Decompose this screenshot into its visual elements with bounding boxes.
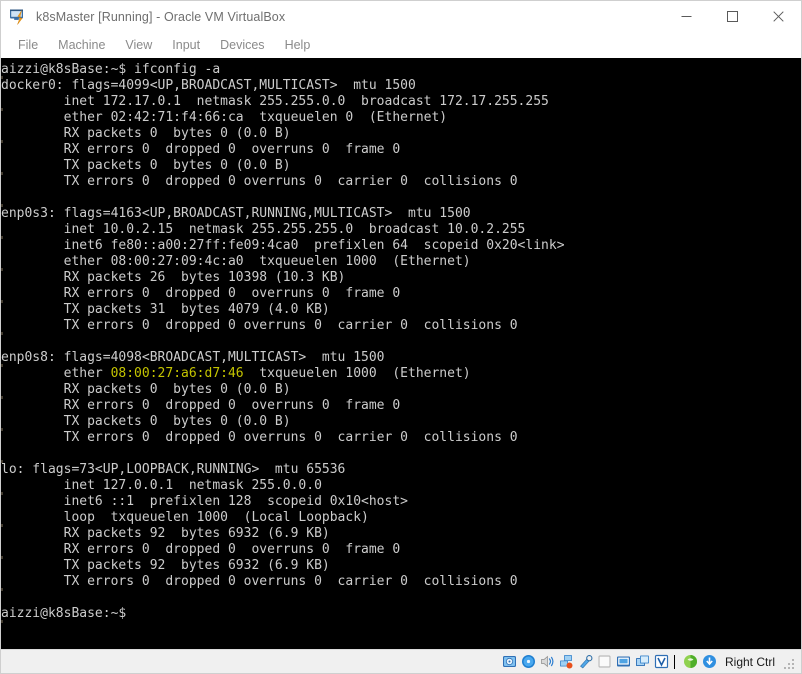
terminal-line: loop txqueuelen 1000 (Local Loopback)	[1, 510, 369, 525]
terminal-line: RX errors 0 dropped 0 overruns 0 frame 0	[1, 398, 401, 413]
status-icon-tray: Right Ctrl	[501, 653, 797, 671]
hard-disk-icon[interactable]	[501, 653, 518, 670]
terminal-line: RX packets 26 bytes 10398 (10.3 KB)	[1, 270, 346, 285]
edge-artifact	[1, 556, 3, 559]
edge-artifact	[1, 140, 3, 143]
usb-icon[interactable]	[577, 653, 594, 670]
edge-artifact	[1, 620, 3, 623]
host-key-label: Right Ctrl	[724, 654, 775, 669]
terminal-line: aizzi@k8sBase:~$ ifconfig -a	[1, 62, 221, 77]
terminal-line: RX packets 0 bytes 0 (0.0 B)	[1, 382, 291, 397]
edge-artifact	[1, 268, 3, 271]
status-bar: Right Ctrl	[1, 649, 801, 673]
terminal-line: lo: flags=73<UP,LOOPBACK,RUNNING> mtu 65…	[1, 462, 346, 477]
virtualbox-window: k8sMaster [Running] - Oracle VM VirtualB…	[0, 0, 802, 674]
menu-bar: File Machine View Input Devices Help	[1, 32, 801, 58]
edge-artifact	[1, 204, 3, 207]
window-title: k8sMaster [Running] - Oracle VM VirtualB…	[36, 9, 286, 24]
edge-artifact	[1, 300, 3, 303]
terminal-line: enp0s3: flags=4163<UP,BROADCAST,RUNNING,…	[1, 206, 471, 221]
terminal-line: ether 08:00:27:a6:d7:46 txqueuelen 1000 …	[1, 366, 471, 381]
edge-artifact	[1, 396, 3, 399]
terminal-line: ether 08:00:27:09:4c:a0 txqueuelen 1000 …	[1, 254, 471, 269]
menu-file[interactable]: File	[8, 35, 48, 56]
terminal-line: enp0s8: flags=4098<BROADCAST,MULTICAST> …	[1, 350, 385, 365]
edge-artifact	[1, 172, 3, 175]
terminal-line: inet 127.0.0.1 netmask 255.0.0.0	[1, 478, 322, 493]
network-icon[interactable]	[558, 653, 575, 670]
edge-artifact	[1, 364, 3, 367]
terminal-line: inet 10.0.2.15 netmask 255.255.255.0 bro…	[1, 222, 526, 237]
terminal-line: TX errors 0 dropped 0 overruns 0 carrier…	[1, 318, 518, 333]
terminal-line: TX errors 0 dropped 0 overruns 0 carrier…	[1, 430, 518, 445]
terminal-line: TX errors 0 dropped 0 overruns 0 carrier…	[1, 574, 518, 589]
mac-address-highlight: 08:00:27:a6:d7:46	[110, 366, 244, 381]
terminal-line: TX packets 31 bytes 4079 (4.0 KB)	[1, 302, 330, 317]
edge-artifact	[1, 332, 3, 335]
maximize-button[interactable]	[709, 1, 755, 32]
terminal-line: RX errors 0 dropped 0 overruns 0 frame 0	[1, 286, 401, 301]
recording-icon[interactable]	[634, 653, 651, 670]
menu-devices[interactable]: Devices	[210, 35, 274, 56]
menu-help[interactable]: Help	[275, 35, 321, 56]
terminal-line: aizzi@k8sBase:~$	[1, 606, 135, 621]
terminal-line: RX errors 0 dropped 0 overruns 0 frame 0	[1, 542, 401, 557]
edge-artifact	[1, 524, 3, 527]
display-icon[interactable]	[615, 653, 632, 670]
mouse-capture-icon[interactable]	[682, 653, 699, 670]
terminal-output: aizzi@k8sBase:~$ ifconfig -a docker0: fla…	[1, 62, 801, 622]
edge-artifact	[1, 588, 3, 591]
keyboard-icon[interactable]	[701, 653, 718, 670]
title-bar: k8sMaster [Running] - Oracle VM VirtualB…	[1, 1, 801, 32]
resize-grip[interactable]	[783, 658, 796, 671]
terminal-line: TX packets 0 bytes 0 (0.0 B)	[1, 414, 291, 429]
terminal-line: inet 172.17.0.1 netmask 255.255.0.0 broa…	[1, 94, 549, 109]
edge-artifact	[1, 428, 3, 431]
close-button[interactable]	[755, 1, 801, 32]
shared-folders-icon[interactable]	[596, 653, 613, 670]
status-separator	[673, 654, 675, 669]
edge-artifact	[1, 460, 3, 463]
terminal-line: TX packets 0 bytes 0 (0.0 B)	[1, 158, 291, 173]
menu-view[interactable]: View	[115, 35, 162, 56]
terminal-line: inet6 ::1 prefixlen 128 scopeid 0x10<hos…	[1, 494, 408, 509]
terminal-line: inet6 fe80::a00:27ff:fe09:4ca0 prefixlen…	[1, 238, 565, 253]
edge-artifact	[1, 108, 3, 111]
menu-input[interactable]: Input	[162, 35, 210, 56]
edge-artifact	[1, 492, 3, 495]
edge-artifact	[1, 76, 3, 79]
minimize-button[interactable]	[663, 1, 709, 32]
terminal-line: RX errors 0 dropped 0 overruns 0 frame 0	[1, 142, 401, 157]
virtualbox-icon	[9, 8, 27, 26]
terminal-line: TX errors 0 dropped 0 overruns 0 carrier…	[1, 174, 518, 189]
terminal-line: RX packets 92 bytes 6932 (6.9 KB)	[1, 526, 330, 541]
terminal-line: TX packets 92 bytes 6932 (6.9 KB)	[1, 558, 330, 573]
guest-screen-terminal[interactable]: aizzi@k8sBase:~$ ifconfig -a docker0: fla…	[1, 58, 801, 649]
terminal-line: ether 02:42:71:f4:66:ca txqueuelen 0 (Et…	[1, 110, 448, 125]
menu-machine[interactable]: Machine	[48, 35, 115, 56]
terminal-line: RX packets 0 bytes 0 (0.0 B)	[1, 126, 291, 141]
terminal-line: docker0: flags=4099<UP,BROADCAST,MULTICA…	[1, 78, 416, 93]
audio-icon[interactable]	[539, 653, 556, 670]
window-controls	[663, 1, 801, 32]
edge-artifact	[1, 236, 3, 239]
vm-features-icon[interactable]	[653, 653, 670, 670]
optical-disk-icon[interactable]	[520, 653, 537, 670]
